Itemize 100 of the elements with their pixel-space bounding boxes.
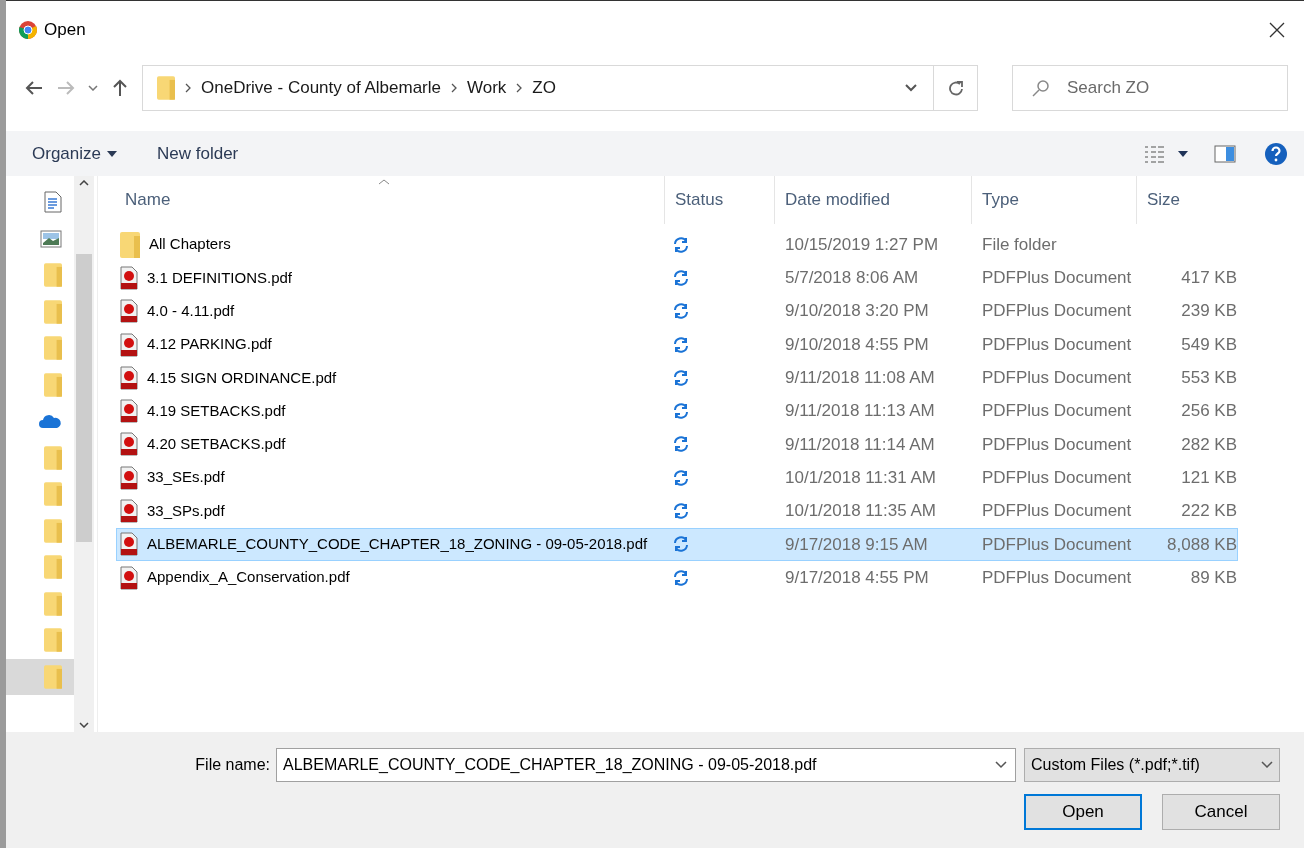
date-cell-text: 9/10/2018 4:55 PM <box>784 333 930 356</box>
pdf-file-icon <box>120 465 138 490</box>
file-row[interactable]: 4.15 SIGN ORDINANCE.pdf 9/11/2018 11:08 AM PDFPlus Document 553 KB <box>116 361 1238 395</box>
file-row[interactable]: 4.20 SETBACKS.pdf 9/11/2018 11:14 AM PDFPlus Document 282 KB <box>116 427 1238 462</box>
file-name: 4.15 SIGN ORDINANCE.pdf <box>147 367 337 388</box>
breadcrumb-item[interactable]: OneDrive - County of Albemarle <box>201 75 441 101</box>
folder-icon <box>44 335 62 362</box>
file-name: 4.0 - 4.11.pdf <box>147 301 235 321</box>
folder-icon <box>44 298 62 325</box>
date-cell-text: 10/1/2018 11:35 AM <box>784 500 937 523</box>
date-cell-text: 9/17/2018 9:15 AM <box>784 533 929 556</box>
scroll-down-icon <box>79 722 89 728</box>
folder-icon <box>44 262 62 289</box>
date-cell-text: 9/11/2018 11:08 AM <box>784 367 936 390</box>
column-header[interactable]: Name <box>116 176 664 224</box>
help-button[interactable] <box>1264 141 1288 166</box>
folder-icon <box>44 627 62 654</box>
type-cell-text: PDFPlus Document <box>981 500 1133 523</box>
open-button[interactable]: Open <box>1024 794 1142 830</box>
file-row[interactable]: 4.19 SETBACKS.pdf 9/11/2018 11:13 AM PDFPlus Document 256 KB <box>116 394 1238 428</box>
type-cell-text: PDFPlus Document <box>981 267 1133 290</box>
size-cell-text: 89 KB <box>1190 566 1237 589</box>
size-cell-text: 239 KB <box>1181 300 1237 323</box>
document-icon <box>44 191 62 214</box>
type-cell-text: PDFPlus Document <box>981 566 1133 589</box>
size-cell-text: 417 KB <box>1181 267 1237 290</box>
type-cell-text: PDFPlus Document <box>981 400 1133 423</box>
scroll-up-icon <box>79 180 89 186</box>
folder-icon <box>120 231 140 258</box>
folder-icon <box>44 554 62 581</box>
size-cell-text: 256 KB <box>1181 400 1237 423</box>
date-cell-text: 9/17/2018 4:55 PM <box>784 566 930 589</box>
scrollbar-thumb[interactable] <box>76 254 92 542</box>
folder-icon <box>44 590 62 617</box>
date-cell-text: 9/11/2018 11:14 AM <box>784 433 936 456</box>
image-icon <box>40 229 62 248</box>
size-cell-text: 282 KB <box>1181 433 1237 456</box>
file-row[interactable]: All Chapters 10/15/2019 1:27 PM File folder <box>116 228 1238 262</box>
details-view-icon <box>1144 144 1166 163</box>
sort-ascending-icon <box>378 179 390 185</box>
date-cell-text: 10/15/2019 1:27 PM <box>784 233 940 256</box>
pdf-file-icon <box>120 532 138 557</box>
file-row[interactable]: 33_SEs.pdf 10/1/2018 11:31 AM PDFPlus Document 121 KB <box>116 461 1238 495</box>
file-row[interactable]: 3.1 DEFINITIONS.pdf 5/7/2018 8:06 AM PDFPlus Document 417 KB <box>116 261 1238 295</box>
cancel-button[interactable]: Cancel <box>1162 794 1280 830</box>
organize-button[interactable]: Organize <box>32 140 117 167</box>
folder-icon <box>157 76 175 100</box>
breadcrumb-item[interactable]: Work <box>467 75 507 101</box>
search-field[interactable]: Search ZO <box>1012 65 1288 111</box>
pdf-file-icon <box>120 432 138 457</box>
caret-icon <box>1178 150 1188 157</box>
size-cell-text: 8,088 KB <box>1167 533 1237 556</box>
address-bar[interactable]: OneDrive - County of Albemarle Work ZO <box>142 65 978 111</box>
file-name-field[interactable]: ALBEMARLE_COUNTY_CODE_CHAPTER_18_ZONING - 09-05-2018.pdf <box>276 748 1016 782</box>
type-cell-text: PDFPlus Document <box>981 300 1133 323</box>
file-type-dropdown[interactable]: Custom Files (*.pdf;*.tif) <box>1024 748 1280 782</box>
column-header[interactable]: Date modified <box>774 176 971 224</box>
size-cell-text: 222 KB <box>1181 500 1237 523</box>
file-name: 4.12 PARKING.pdf <box>147 334 272 355</box>
folder-icon <box>44 663 62 690</box>
close-icon <box>1269 22 1285 38</box>
file-row[interactable]: 4.0 - 4.11.pdf 9/10/2018 3:20 PM PDFPlus Document 239 KB <box>116 294 1238 328</box>
column-header[interactable]: Status <box>664 176 774 224</box>
pdf-file-icon <box>120 299 138 324</box>
column-header[interactable]: Type <box>971 176 1136 224</box>
app-logo-icon <box>18 20 38 40</box>
file-row[interactable]: Appendix_A_Conservation.pdf 9/17/2018 4:55 PM PDFPlus Document 89 KB <box>116 560 1238 595</box>
sync-icon <box>673 503 689 519</box>
file-row[interactable]: ALBEMARLE_COUNTY_CODE_CHAPTER_18_ZONING - 09-05-2018.pdf 9/17/2018 9:15 AM PDFPlus Document 8,088 KB <box>116 527 1238 561</box>
new-folder-button[interactable]: New folder <box>157 140 239 167</box>
chevron-down-icon <box>1261 761 1273 769</box>
folder-icon <box>44 517 62 544</box>
chevron-right-icon <box>516 83 523 93</box>
folder-icon <box>44 371 62 398</box>
type-cell-text: PDFPlus Document <box>981 367 1133 390</box>
type-cell-text: PDFPlus Document <box>981 433 1133 456</box>
pdf-file-icon <box>120 265 138 290</box>
folder-icon <box>44 444 62 471</box>
file-name: 4.20 SETBACKS.pdf <box>147 434 286 455</box>
file-name: 33_SEs.pdf <box>147 467 225 488</box>
view-options-button[interactable] <box>1144 144 1188 163</box>
scrollbar[interactable] <box>74 176 94 732</box>
forward-arrow-icon <box>57 80 75 96</box>
chevron-down-icon[interactable] <box>995 761 1007 769</box>
caret-icon <box>107 150 117 157</box>
file-name: 3.1 DEFINITIONS.pdf <box>147 267 293 288</box>
pdf-file-icon <box>120 365 138 390</box>
sync-icon <box>673 269 689 286</box>
file-name: 4.19 SETBACKS.pdf <box>147 400 286 421</box>
file-row[interactable]: 33_SPs.pdf 10/1/2018 11:35 AM PDFPlus Document 222 KB <box>116 494 1238 528</box>
back-arrow-icon <box>25 80 43 96</box>
cloud-icon <box>38 413 62 430</box>
sync-icon <box>673 236 689 253</box>
file-row[interactable]: 4.12 PARKING.pdf 9/10/2018 4:55 PM PDFPlus Document 549 KB <box>116 327 1238 362</box>
file-name-label: File name: <box>195 755 270 775</box>
chevron-down-icon[interactable] <box>905 84 917 92</box>
preview-pane-button[interactable] <box>1214 144 1236 163</box>
breadcrumb-item[interactable]: ZO <box>532 75 556 101</box>
sync-icon <box>673 536 689 553</box>
column-header[interactable]: Size <box>1136 176 1246 224</box>
